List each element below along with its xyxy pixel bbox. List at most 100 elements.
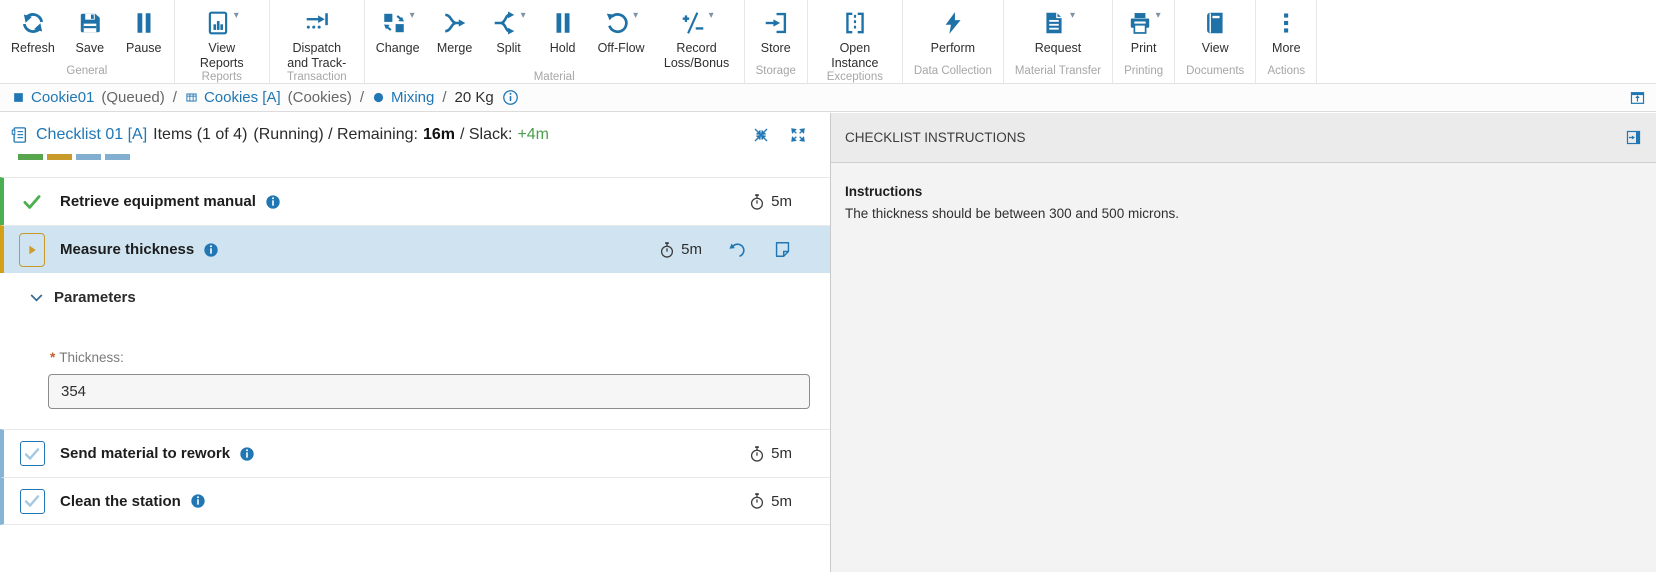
stopwatch-icon — [748, 193, 766, 211]
toolbar-button-perform[interactable]: Perform — [923, 0, 983, 65]
info-icon[interactable] — [203, 242, 219, 258]
toolbar-button-label: Perform — [931, 41, 975, 56]
toolbar-button-label: Save — [76, 41, 105, 56]
progress-segment — [76, 154, 101, 160]
toolbar-button-split[interactable]: ▾Split — [482, 0, 536, 71]
toolbar-group-label: Material Transfer — [1007, 65, 1109, 83]
toolbar-group-material-transfer: ▾RequestMaterial Transfer — [1004, 0, 1113, 83]
info-icon[interactable] — [190, 493, 206, 509]
checklist-remaining: 16m — [423, 126, 455, 144]
checklist-header: Checklist 01 [A] Items (1 of 4) (Running… — [0, 113, 830, 177]
refresh-icon — [20, 10, 46, 36]
toolbar-button-merge[interactable]: Merge — [428, 0, 482, 71]
toolbar-group-general: Refresh Save PauseGeneral — [0, 0, 175, 83]
checklist-item-retrieve-equipment-manual[interactable]: Retrieve equipment manual5m — [0, 177, 830, 225]
hold-icon — [550, 10, 576, 36]
toolbar-group-documents: ViewDocuments — [1175, 0, 1256, 83]
info-icon[interactable] — [239, 446, 255, 462]
checklist-progress-bar — [18, 154, 806, 160]
toolbar-button-change[interactable]: ▾Change — [368, 0, 428, 71]
material-icon — [12, 91, 25, 104]
application-window: RefreshSavePauseGeneral▾View ReportsRepo… — [0, 0, 1656, 572]
toolbar-button-refresh[interactable]: Refresh — [3, 0, 63, 65]
more-icon — [1273, 10, 1299, 36]
main-area: Checklist 01 [A] Items (1 of 4) (Running… — [0, 113, 1656, 572]
toolbar-group-label: Storage — [748, 65, 804, 83]
breadcrumb-link-cookie01[interactable]: Cookie01 — [31, 89, 94, 106]
play-button[interactable] — [19, 233, 45, 267]
toolbar-group-label: General — [3, 65, 171, 83]
item-duration: 5m — [748, 445, 792, 463]
toolbar-button-store[interactable]: Store — [749, 0, 803, 65]
checklist-items-bottom: Send material to rework 5m Clean the stati… — [0, 429, 830, 525]
checkbox-check-icon — [23, 492, 41, 510]
maximize-panel-icon[interactable] — [1629, 89, 1646, 106]
progress-segment — [47, 154, 72, 160]
toolbar-button-more[interactable]: More — [1259, 0, 1313, 65]
collapse-panel-right-icon[interactable] — [1625, 129, 1642, 146]
toolbar-button-label: Print — [1131, 41, 1157, 56]
item-title: Send material to rework — [60, 445, 230, 462]
breadcrumb-suffix: (Queued) — [101, 89, 164, 106]
toolbar-button-request[interactable]: ▾Request — [1027, 0, 1090, 65]
print-icon — [1127, 10, 1153, 36]
toolbar-group-printing: ▾PrintPrinting — [1113, 0, 1175, 83]
checklist-item-send-material-to-rework[interactable]: Send material to rework 5m — [0, 429, 830, 477]
progress-segment — [105, 154, 130, 160]
item-title: Clean the station — [60, 493, 181, 510]
flow-icon — [185, 91, 198, 104]
breadcrumb-link-cookies-a[interactable]: Cookies [A] — [204, 89, 281, 106]
checklist-title-link[interactable]: Checklist 01 [A] — [36, 126, 147, 144]
item-checkbox[interactable] — [20, 489, 45, 514]
toolbar-button-label: Store — [761, 41, 791, 56]
parameters-title: Parameters — [54, 289, 136, 306]
collapse-all-icon[interactable] — [753, 127, 769, 143]
toolbar-button-label: Change — [376, 41, 420, 56]
change-icon — [381, 10, 407, 36]
toolbar-button-pause[interactable]: Pause — [117, 0, 171, 65]
note-icon[interactable] — [773, 240, 792, 259]
parameters-section-toggle[interactable]: Parameters — [0, 289, 830, 306]
dropdown-caret-icon: ▾ — [234, 10, 239, 21]
checklist-doc-icon — [10, 126, 28, 144]
checklist-item-measure-thickness[interactable]: Measure thickness5m — [0, 225, 830, 273]
toolbar-button-dispatch-and-track[interactable]: Dispatch and Track- — [273, 0, 361, 71]
dispatch-icon — [304, 10, 330, 36]
pause-icon — [131, 10, 157, 36]
parameters-section: Parameters *Thickness: — [0, 273, 830, 429]
toolbar-button-label: Hold — [550, 41, 576, 56]
toolbar-button-record-loss-bonus[interactable]: ▾Record Loss/Bonus — [653, 0, 741, 71]
toolbar-button-label: Split — [496, 41, 520, 56]
toolbar-group-label: Printing — [1116, 65, 1171, 83]
toolbar-button-open-instance[interactable]: Open Instance — [811, 0, 899, 71]
item-checkbox[interactable] — [20, 441, 45, 466]
info-icon[interactable] — [265, 194, 281, 210]
duration-value: 5m — [681, 241, 702, 258]
step-icon — [372, 91, 385, 104]
breadcrumb-link-mixing[interactable]: Mixing — [391, 89, 434, 106]
thickness-input[interactable] — [48, 374, 810, 409]
record-loss-bonus-icon — [680, 10, 706, 36]
thickness-label: *Thickness: — [48, 350, 830, 365]
check-icon — [22, 192, 42, 212]
toolbar-button-view[interactable]: View — [1188, 0, 1242, 65]
toolbar-button-hold[interactable]: Hold — [536, 0, 590, 71]
undo-icon[interactable] — [728, 240, 747, 259]
toolbar-group-transaction: Dispatch and Track-Transaction — [270, 0, 365, 83]
toolbar-button-off-flow[interactable]: ▾Off-Flow — [590, 0, 653, 71]
checklist-item-clean-the-station[interactable]: Clean the station5m — [0, 477, 830, 525]
toolbar-button-print[interactable]: ▾Print — [1117, 0, 1171, 65]
checklist-items-top: Retrieve equipment manual5mMeasure thick… — [0, 177, 830, 273]
quantity-info-icon[interactable] — [502, 89, 519, 106]
toolbar-button-view-reports[interactable]: ▾ View Reports — [178, 0, 266, 71]
view-documents-icon — [1202, 10, 1228, 36]
item-title: Retrieve equipment manual — [60, 193, 256, 210]
stopwatch-icon — [748, 445, 766, 463]
expand-all-icon[interactable] — [790, 127, 806, 143]
toolbar-button-label: Merge — [437, 41, 472, 56]
toolbar-button-save[interactable]: Save — [63, 0, 117, 65]
toolbar-group-label: Actions — [1259, 65, 1313, 83]
breadcrumb-items: Cookie01(Queued)/Cookies [A](Cookies)/Mi… — [12, 89, 455, 106]
toolbar-button-label: View Reports — [186, 41, 258, 71]
checkbox-check-icon — [23, 445, 41, 463]
